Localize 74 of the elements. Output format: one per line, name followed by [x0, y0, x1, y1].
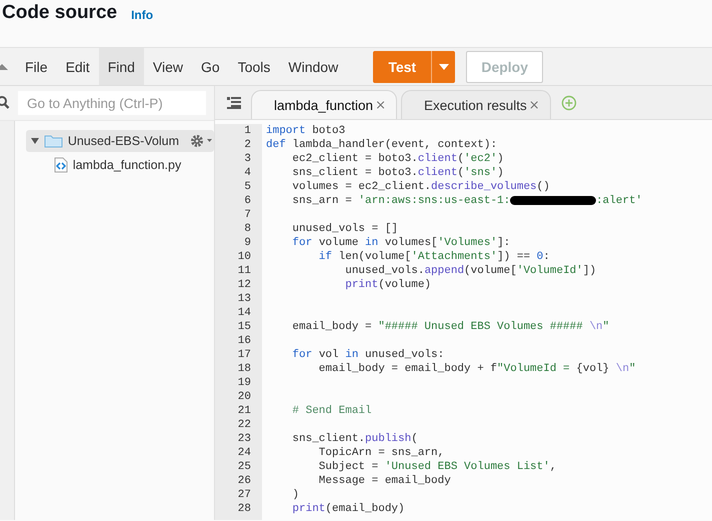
- line-number: 7: [244, 208, 252, 222]
- line-number: 10: [238, 250, 252, 264]
- code-line: ): [291, 488, 300, 502]
- code-line: print(volume): [344, 278, 432, 292]
- collapse-caret-icon[interactable]: [0, 62, 8, 70]
- line-number: 14: [238, 306, 252, 320]
- close-tab-button[interactable]: ×: [528, 98, 540, 112]
- line-number: 15: [238, 320, 252, 334]
- menu-item[interactable]: Find: [98, 48, 144, 85]
- line-number: 20: [238, 390, 252, 404]
- line-number: 11: [238, 264, 252, 278]
- line-number: 8: [244, 222, 252, 236]
- code-line: Subject = 'Unused EBS Volumes List',: [318, 460, 558, 474]
- search-field[interactable]: Go to Anything (Ctrl-P): [18, 91, 206, 115]
- code-line: for volume in volumes['Volumes']:: [291, 236, 512, 250]
- line-number: 1: [244, 124, 252, 138]
- line-number: 24: [238, 446, 252, 460]
- code-line: sns_arn = 'arn:aws:sns:us-east-1: :alert': [291, 194, 642, 208]
- line-number: 5: [244, 180, 252, 194]
- code-line: Message = email_body: [318, 474, 452, 488]
- test-dropdown-button[interactable]: [431, 50, 456, 82]
- editor-tab[interactable]: lambda_function×: [251, 90, 397, 119]
- folder-icon: [44, 134, 63, 148]
- line-number: 27: [238, 488, 252, 502]
- line-number: 21: [238, 404, 252, 418]
- code-file-icon: [54, 157, 68, 173]
- code-line: volumes = ec2_client.describe_volumes(): [291, 180, 551, 194]
- file-tree-item[interactable]: lambda_function.py: [26, 154, 182, 176]
- menu-item[interactable]: Go: [192, 48, 229, 85]
- code-line: email_body = "##### Unused EBS Volumes ##### \n": [291, 320, 610, 334]
- code-line: for vol in unused_vols:: [291, 348, 446, 362]
- line-number: 9: [244, 236, 252, 250]
- close-tab-button[interactable]: ×: [375, 98, 386, 112]
- settings-icon[interactable]: [190, 134, 214, 148]
- code-line: print(email_body): [291, 502, 406, 516]
- search-icon: [0, 96, 11, 110]
- code-line: def lambda_handler(event, context):: [266, 138, 498, 152]
- menu-item[interactable]: Window: [279, 48, 348, 85]
- code-line: import boto3: [266, 124, 346, 138]
- folder-tree-item[interactable]: Unused-EBS-Volum: [26, 130, 214, 152]
- editor-tab[interactable]: Execution results×: [400, 90, 551, 119]
- line-number: 28: [238, 502, 252, 516]
- code-line: # Send Email: [291, 404, 373, 418]
- code-line: sns_client.publish(: [291, 432, 419, 446]
- caret-icon: [438, 64, 449, 70]
- line-number: 4: [244, 166, 252, 180]
- line-number: 12: [238, 278, 252, 292]
- line-number: 16: [238, 334, 252, 348]
- section-title: Code source: [2, 1, 118, 25]
- code-line: email_body = email_body + f"VolumeId = {vol} \n": [318, 362, 637, 376]
- menu-item[interactable]: File: [16, 48, 57, 85]
- code-line: ec2_client = boto3.client('ec2'): [291, 152, 505, 166]
- line-number: 26: [238, 474, 252, 488]
- line-number: 23: [238, 432, 252, 446]
- code-line: TopicArn = sns_arn,: [318, 446, 446, 460]
- line-number: 22: [238, 418, 252, 432]
- code-line: sns_client = boto3.client('sns'): [291, 166, 505, 180]
- menu-item[interactable]: Tools: [228, 48, 280, 85]
- menu-item[interactable]: Edit: [56, 48, 99, 85]
- menu-item[interactable]: View: [144, 48, 192, 85]
- line-number: 6: [244, 194, 252, 208]
- code-line: unused_vols = []: [291, 222, 400, 236]
- code-line: if len(volume['Attachments']) == 0:: [318, 250, 551, 264]
- expand-caret-icon[interactable]: [30, 137, 39, 145]
- line-number: 3: [244, 152, 252, 166]
- line-number: 25: [238, 460, 252, 474]
- line-number: 13: [238, 292, 252, 306]
- list-icon[interactable]: [227, 96, 241, 108]
- line-number: 19: [238, 376, 252, 390]
- code-line: unused_vols.append(volume['VolumeId']): [344, 264, 598, 278]
- info-link[interactable]: Info: [131, 8, 154, 22]
- line-number: 18: [238, 362, 252, 376]
- line-number: 2: [244, 138, 252, 152]
- line-number: 17: [238, 348, 252, 362]
